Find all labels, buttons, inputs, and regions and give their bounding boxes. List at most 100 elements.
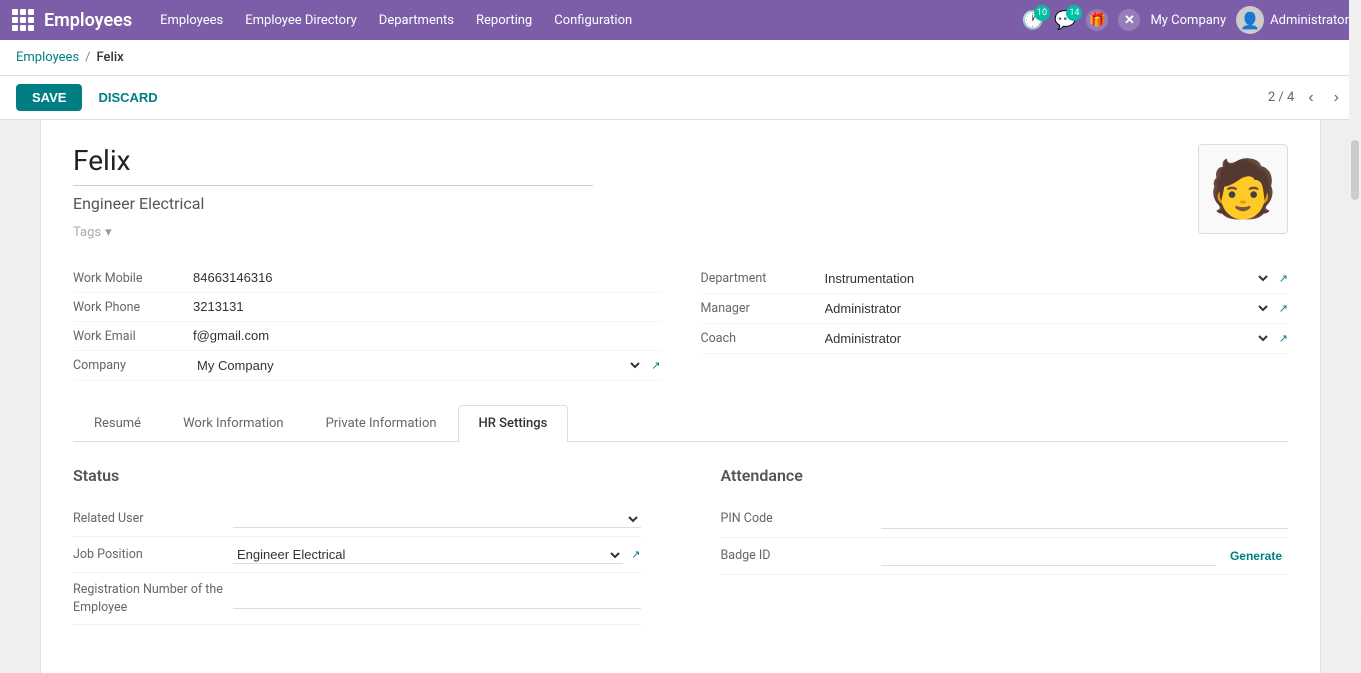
work-phone-input[interactable] xyxy=(193,299,661,314)
pin-code-value[interactable] xyxy=(881,509,1289,529)
discard-button[interactable]: DISCARD xyxy=(90,84,165,111)
generate-badge-button[interactable]: Generate xyxy=(1224,547,1288,565)
status-title: Status xyxy=(73,466,641,485)
hr-settings-content: Status Related User Job Position xyxy=(73,442,1288,649)
work-phone-value[interactable] xyxy=(193,299,661,315)
registration-number-input[interactable] xyxy=(233,589,641,609)
user-menu[interactable]: 👤 Administrator xyxy=(1236,6,1349,34)
employee-header: Felix Engineer Electrical Tags ▾ 🧑 xyxy=(73,144,1288,240)
company-ext-link[interactable]: ↗ xyxy=(651,359,660,372)
related-user-row: Related User xyxy=(73,501,641,537)
badge-id-row: Badge ID Generate xyxy=(721,538,1289,575)
company-row: Company My Company ↗ xyxy=(73,351,661,381)
manager-row: Manager Administrator ↗ xyxy=(701,294,1289,324)
tags-placeholder: Tags xyxy=(73,225,101,240)
department-label: Department xyxy=(701,271,821,286)
badge-id-label: Badge ID xyxy=(721,547,881,565)
department-ext-link[interactable]: ↗ xyxy=(1279,272,1288,285)
save-button[interactable]: SAVE xyxy=(16,84,82,111)
registration-number-label: Registration Number of the Employee xyxy=(73,581,233,616)
badge-id-value[interactable]: Generate xyxy=(881,546,1289,566)
badge-id-input[interactable] xyxy=(881,546,1216,566)
tabs: Resumé Work Information Private Informat… xyxy=(73,405,1288,442)
menu-employees[interactable]: Employees xyxy=(152,9,231,32)
department-row: Department Instrumentation ↗ xyxy=(701,264,1289,294)
company-label: Company xyxy=(73,358,193,373)
registration-number-value[interactable] xyxy=(233,589,641,609)
related-user-label: Related User xyxy=(73,510,233,528)
breadcrumb-current: Felix xyxy=(97,50,124,65)
gift-icon[interactable]: 🎁 xyxy=(1086,9,1108,31)
work-email-value[interactable] xyxy=(193,328,661,344)
job-position-label: Job Position xyxy=(73,546,233,564)
work-mobile-value[interactable] xyxy=(193,270,661,286)
employee-photo[interactable]: 🧑 xyxy=(1198,144,1288,234)
tab-private-information[interactable]: Private Information xyxy=(305,405,458,441)
apps-grid-icon[interactable] xyxy=(12,9,34,31)
job-position-value[interactable]: Engineer Electrical ↗ xyxy=(233,546,641,564)
work-mobile-label: Work Mobile xyxy=(73,271,193,286)
employee-card: Felix Engineer Electrical Tags ▾ 🧑 Work … xyxy=(40,120,1321,673)
job-position-ext-link[interactable]: ↗ xyxy=(631,548,640,561)
related-user-value[interactable] xyxy=(233,510,641,528)
work-email-input[interactable] xyxy=(193,328,661,343)
work-phone-label: Work Phone xyxy=(73,300,193,315)
company-value[interactable]: My Company ↗ xyxy=(193,357,661,374)
topnav-right: 🕐 10 💬 14 🎁 ✕ My Company 👤 Administrator xyxy=(1022,6,1349,34)
menu-employee-directory[interactable]: Employee Directory xyxy=(237,9,365,32)
manager-select[interactable]: Administrator xyxy=(821,300,1271,317)
menu-departments[interactable]: Departments xyxy=(371,9,462,32)
attendance-section: Attendance PIN Code Badge ID Generate xyxy=(721,466,1289,625)
tags-dropdown-arrow[interactable]: ▾ xyxy=(105,225,112,240)
employee-job-title: Engineer Electrical xyxy=(73,194,1198,213)
tab-work-information[interactable]: Work Information xyxy=(162,405,305,441)
employee-info: Felix Engineer Electrical Tags ▾ xyxy=(73,144,1198,240)
hr-settings-grid: Status Related User Job Position xyxy=(73,466,1288,625)
fields-right: Department Instrumentation ↗ Manager Adm… xyxy=(701,264,1289,381)
job-position-select[interactable]: Engineer Electrical xyxy=(233,546,623,564)
action-bar: SAVE DISCARD 2 / 4 ‹ › xyxy=(0,76,1361,120)
related-user-select[interactable] xyxy=(233,510,641,528)
chat-icon[interactable]: 💬 14 xyxy=(1054,10,1076,31)
tab-resume[interactable]: Resumé xyxy=(73,405,162,441)
coach-ext-link[interactable]: ↗ xyxy=(1279,332,1288,345)
coach-value[interactable]: Administrator ↗ xyxy=(821,330,1289,347)
employee-name[interactable]: Felix xyxy=(73,144,593,186)
close-icon[interactable]: ✕ xyxy=(1118,9,1140,31)
fields-left: Work Mobile Work Phone Work Email xyxy=(73,264,661,381)
menu-configuration[interactable]: Configuration xyxy=(546,9,640,32)
tags-field[interactable]: Tags ▾ xyxy=(73,225,1198,240)
employee-avatar-emoji: 🧑 xyxy=(1208,156,1278,222)
department-select[interactable]: Instrumentation xyxy=(821,270,1271,287)
main-content: Felix Engineer Electrical Tags ▾ 🧑 Work … xyxy=(0,120,1361,673)
work-email-label: Work Email xyxy=(73,329,193,344)
activity-icon[interactable]: 🕐 10 xyxy=(1022,10,1044,31)
coach-row: Coach Administrator ↗ xyxy=(701,324,1289,354)
department-value[interactable]: Instrumentation ↗ xyxy=(821,270,1289,287)
breadcrumb-parent[interactable]: Employees xyxy=(16,50,79,65)
scrollbar-thumb[interactable] xyxy=(1351,140,1359,200)
prev-record-button[interactable]: ‹ xyxy=(1302,87,1319,109)
pagination-info: 2 / 4 xyxy=(1268,90,1294,105)
main-menu: Employees Employee Directory Departments… xyxy=(152,9,1002,32)
pagination: 2 / 4 ‹ › xyxy=(1268,87,1345,109)
coach-select[interactable]: Administrator xyxy=(821,330,1271,347)
pin-code-input[interactable] xyxy=(881,509,1289,529)
coach-label: Coach xyxy=(701,331,821,346)
work-mobile-input[interactable] xyxy=(193,270,661,285)
app-logo[interactable]: Employees xyxy=(12,9,132,31)
work-email-row: Work Email xyxy=(73,322,661,351)
app-name: Employees xyxy=(44,10,132,31)
next-record-button[interactable]: › xyxy=(1328,87,1345,109)
attendance-title: Attendance xyxy=(721,466,1289,485)
manager-ext-link[interactable]: ↗ xyxy=(1279,302,1288,315)
menu-reporting[interactable]: Reporting xyxy=(468,9,540,32)
tab-hr-settings[interactable]: HR Settings xyxy=(458,405,569,442)
pin-code-label: PIN Code xyxy=(721,510,881,528)
company-name[interactable]: My Company xyxy=(1150,13,1226,28)
job-position-row: Job Position Engineer Electrical ↗ xyxy=(73,537,641,573)
status-section: Status Related User Job Position xyxy=(73,466,641,625)
scrollbar[interactable] xyxy=(1349,0,1361,619)
manager-value[interactable]: Administrator ↗ xyxy=(821,300,1289,317)
company-select[interactable]: My Company xyxy=(193,357,643,374)
